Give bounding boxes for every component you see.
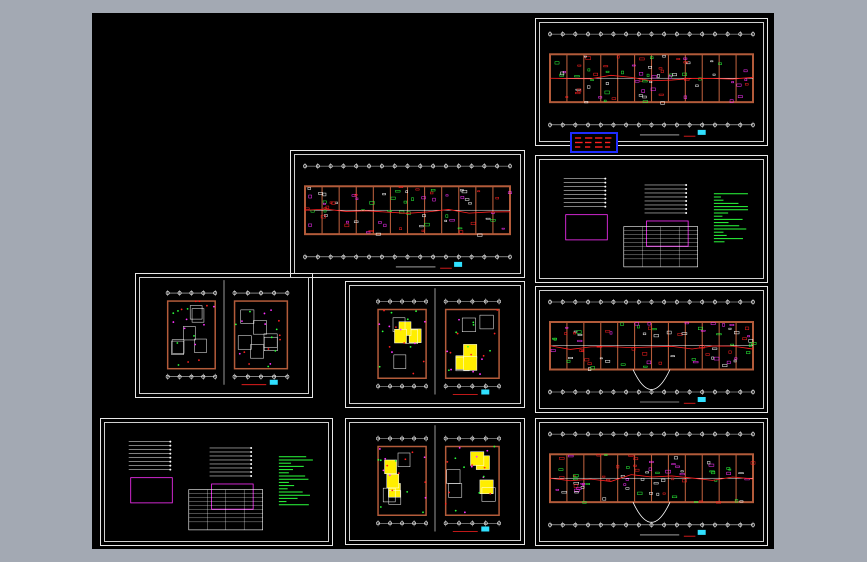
drawing-sheet-plan-middle[interactable]	[290, 150, 525, 278]
cad-model-space[interactable]	[92, 13, 774, 549]
drawing-sheet-yellow-plans-upper[interactable]	[345, 281, 525, 408]
drawing-sheet-small-plans-left[interactable]	[135, 273, 313, 398]
drawing-sheet-yellow-plans-lower[interactable]	[345, 418, 525, 545]
drawing-sheet-plan-right-middle[interactable]	[535, 286, 768, 413]
red-legend-note-block[interactable]	[570, 132, 618, 153]
drawing-sheet-schedule-bottom-left[interactable]	[100, 418, 333, 546]
drawing-sheet-schedule-right[interactable]	[535, 155, 768, 283]
drawing-sheet-plan-bottom-right[interactable]	[535, 418, 768, 546]
drawing-sheet-plan-top-right[interactable]	[535, 18, 768, 146]
